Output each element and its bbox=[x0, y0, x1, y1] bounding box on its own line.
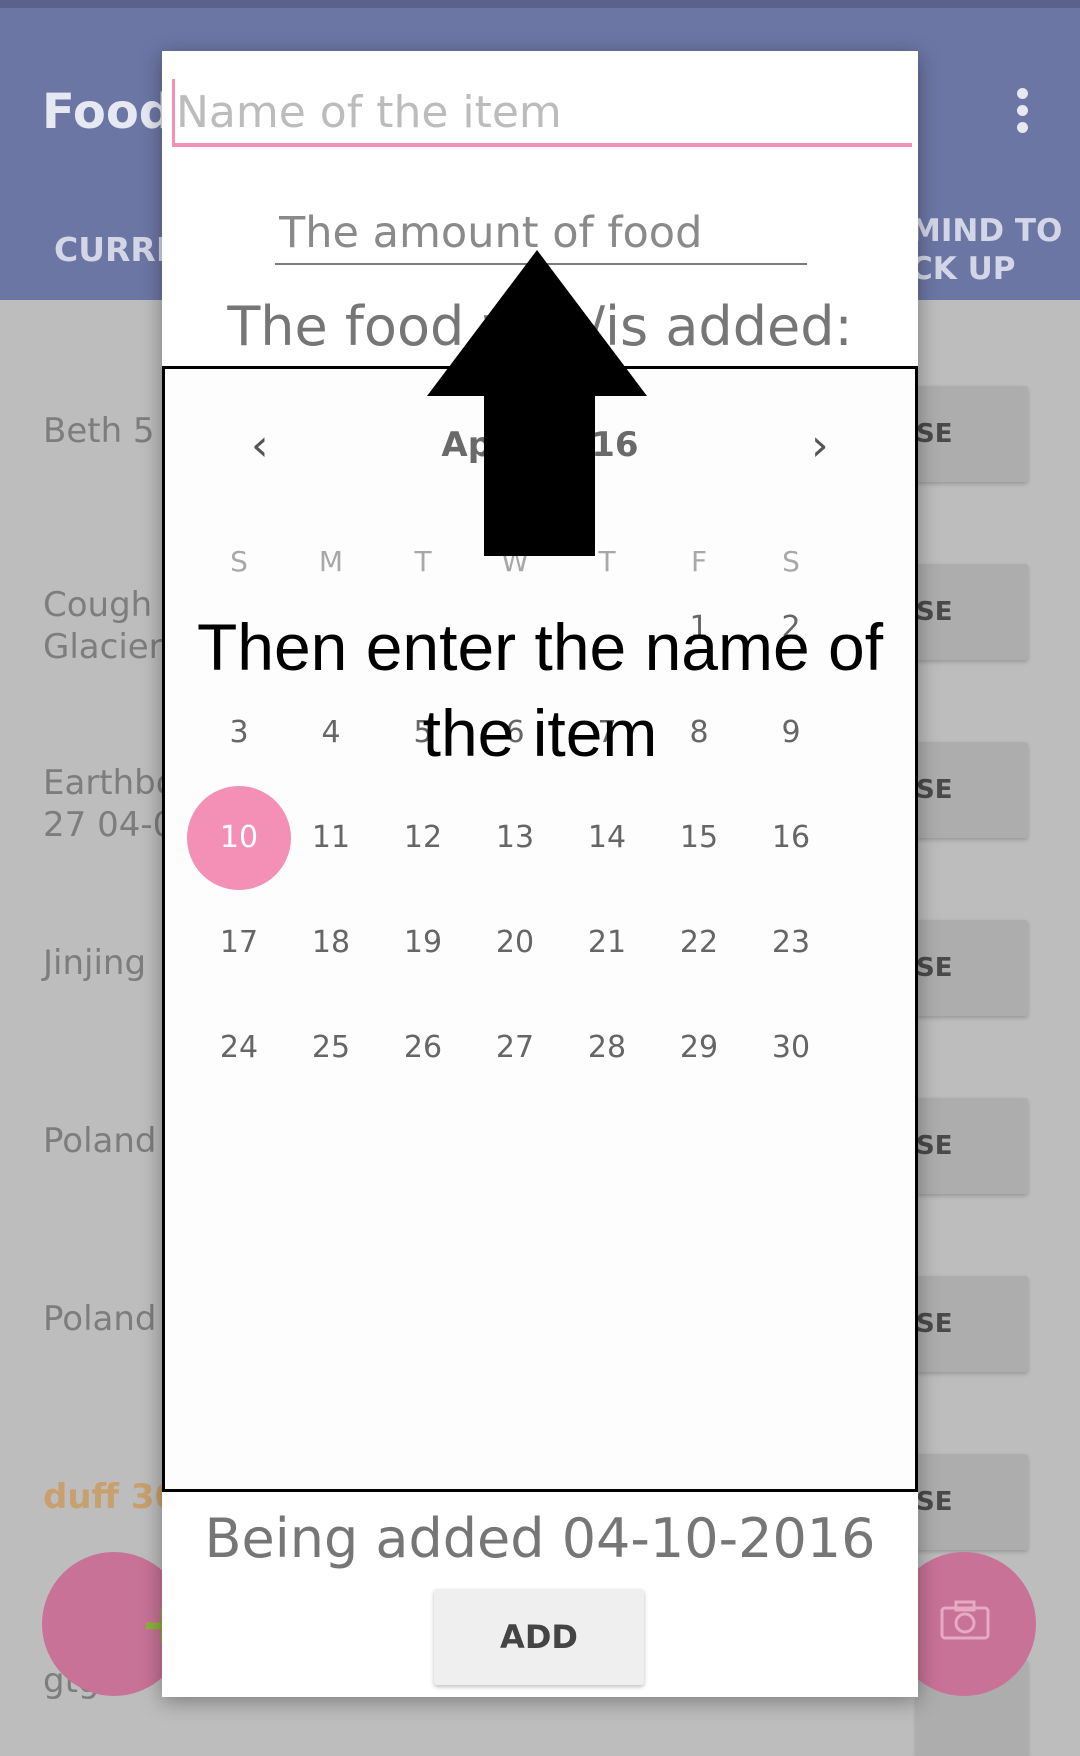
tutorial-arrow-up-icon bbox=[427, 250, 647, 556]
weekday-label: M bbox=[318, 545, 344, 578]
list-item[interactable]: Poland bbox=[43, 1120, 157, 1162]
text-caret bbox=[172, 79, 175, 143]
calendar-day[interactable]: 15 bbox=[649, 788, 749, 888]
calendar-day[interactable]: 30 bbox=[741, 998, 841, 1098]
weekday-label: S bbox=[782, 545, 800, 578]
list-item[interactable]: Poland bbox=[43, 1298, 157, 1340]
use-button[interactable]: SE bbox=[916, 920, 1028, 1016]
add-button[interactable]: ADD bbox=[434, 1589, 644, 1685]
calendar-day[interactable]: 29 bbox=[649, 998, 749, 1098]
use-button[interactable]: SE bbox=[916, 1276, 1028, 1372]
use-button[interactable]: SE bbox=[916, 1098, 1028, 1194]
tutorial-instruction: Then enter the name of the item bbox=[196, 610, 884, 770]
next-month-button[interactable]: › bbox=[811, 421, 829, 471]
list-item[interactable]: Jinjing bbox=[43, 942, 146, 984]
camera-icon bbox=[940, 1600, 990, 1640]
use-button[interactable]: SE bbox=[916, 564, 1028, 660]
calendar-day[interactable]: 27 bbox=[465, 998, 565, 1098]
calendar-day[interactable]: 24 bbox=[189, 998, 289, 1098]
weekday-label: F bbox=[690, 545, 708, 578]
calendar-day[interactable]: 22 bbox=[649, 893, 749, 993]
calendar-day[interactable]: 12 bbox=[373, 788, 473, 888]
calendar-day[interactable]: 25 bbox=[281, 998, 381, 1098]
calendar-day[interactable]: 28 bbox=[557, 998, 657, 1098]
app-title: Food bbox=[42, 84, 174, 140]
use-button[interactable]: SE bbox=[916, 386, 1028, 482]
use-button[interactable]: SE bbox=[916, 1454, 1028, 1550]
calendar-day[interactable]: 16 bbox=[741, 788, 841, 888]
list-item[interactable]: Beth 5 bbox=[43, 410, 155, 452]
calendar-day[interactable]: 21 bbox=[557, 893, 657, 993]
list-item[interactable]: Cough Glacier bbox=[43, 584, 163, 668]
calendar-day[interactable]: 11 bbox=[281, 788, 381, 888]
use-button[interactable]: SE bbox=[916, 742, 1028, 838]
calendar-day[interactable]: 18 bbox=[281, 893, 381, 993]
item-name-input[interactable] bbox=[172, 81, 912, 147]
calendar-day[interactable]: 20 bbox=[465, 893, 565, 993]
tab-reminder[interactable]: MIND TO CK UP bbox=[910, 212, 1062, 288]
weekday-label: S bbox=[230, 545, 248, 578]
calendar-day[interactable]: 13 bbox=[465, 788, 565, 888]
calendar-day[interactable]: 19 bbox=[373, 893, 473, 993]
being-added-date-label: Being added 04-10-2016 bbox=[204, 1507, 876, 1570]
list-item[interactable]: Earthbo 27 04-0 bbox=[43, 762, 177, 846]
calendar-day[interactable]: 17 bbox=[189, 893, 289, 993]
overflow-menu-icon[interactable] bbox=[1010, 88, 1034, 134]
selected-day[interactable]: 10 bbox=[187, 786, 291, 890]
calendar-day[interactable]: 14 bbox=[557, 788, 657, 888]
calendar-day[interactable]: 23 bbox=[741, 893, 841, 993]
list-item[interactable]: duff 30 bbox=[43, 1476, 178, 1518]
calendar-day[interactable]: 26 bbox=[373, 998, 473, 1098]
tab-current[interactable]: CURRE bbox=[54, 230, 178, 269]
